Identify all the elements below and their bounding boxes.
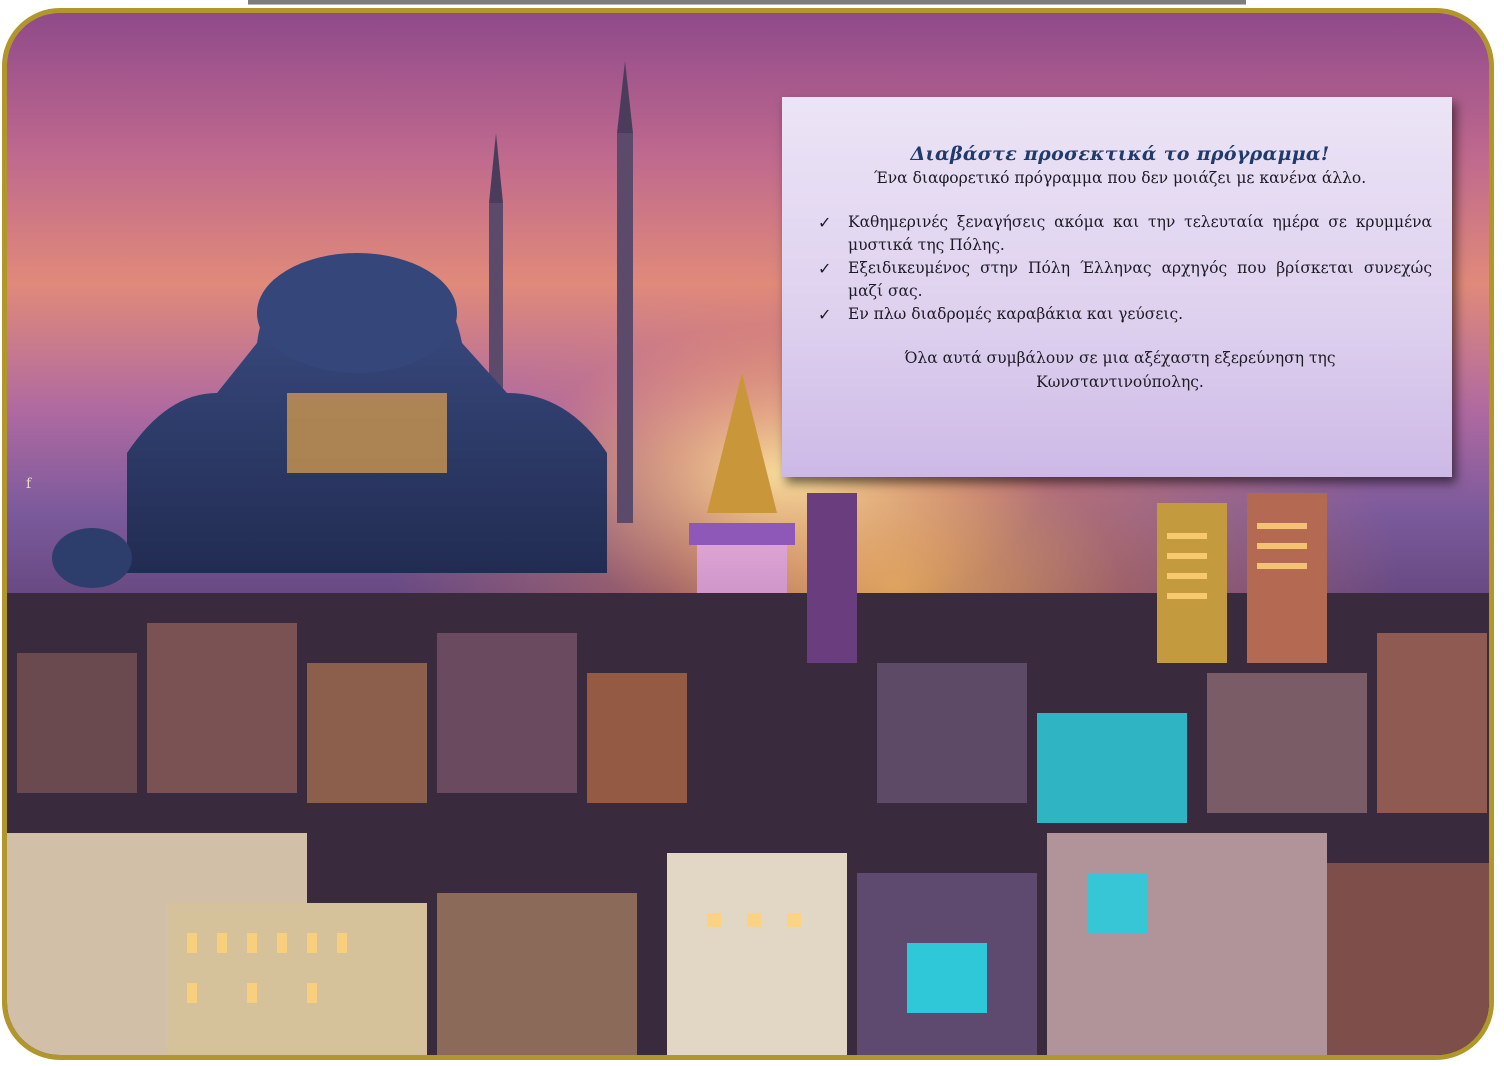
checkmark-icon: ✓ (818, 305, 832, 324)
list-item: ✓ Εν πλω διαδρομές καραβάκια και γεύσεις… (818, 305, 1184, 324)
info-closing: Όλα αυτά συμβάλουν σε μια αξέχαστη εξερε… (904, 349, 1336, 391)
mosque-main-dome (257, 253, 457, 373)
checkmark-icon: ✓ (818, 213, 832, 232)
info-title: Διαβάστε προσεκτικά το πρόγραμμα! (910, 143, 1330, 165)
list-item: ✓ Εξειδικευμένος στην Πόλη Έλληνας αρχηγ… (818, 259, 1432, 300)
info-subtitle: Ένα διαφορετικό πρόγραμμα που δεν μοιάζε… (873, 169, 1367, 187)
side-mark-text: f (26, 476, 32, 492)
checkmark-icon: ✓ (818, 259, 832, 278)
highlights-list: ✓ Καθημερινές ξεναγήσεις ακόμα και την τ… (808, 211, 1432, 326)
list-item: ✓ Καθημερινές ξεναγήσεις ακόμα και την τ… (818, 213, 1432, 254)
info-box: Διαβάστε προσεκτικά το πρόγραμμα! Ένα δι… (782, 97, 1452, 477)
top-divider-bar (248, 0, 1246, 5)
minaret-right (617, 133, 633, 523)
